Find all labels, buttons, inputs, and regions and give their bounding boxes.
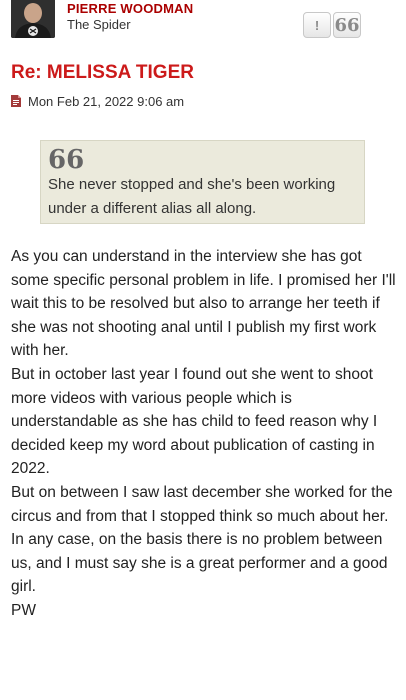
quote-mark-icon: 66 bbox=[48, 145, 85, 175]
avatar[interactable] bbox=[11, 0, 55, 38]
post-meta: Mon Feb 21, 2022 9:06 am bbox=[11, 93, 184, 109]
quote-icon: 66 bbox=[334, 14, 360, 36]
post-header: PIERRE WOODMAN The Spider ! 66 bbox=[0, 0, 406, 44]
author-name[interactable]: PIERRE WOODMAN bbox=[67, 1, 193, 16]
post-date: Mon Feb 21, 2022 9:06 am bbox=[28, 93, 185, 109]
post-paragraph: In any case, on the basis there is no pr… bbox=[11, 531, 388, 596]
report-button[interactable]: ! bbox=[303, 12, 331, 38]
quote-block: 66 She never stopped and she's been work… bbox=[40, 140, 365, 224]
signature: PW bbox=[11, 601, 36, 619]
post-title[interactable]: Re: MELISSA TIGER bbox=[11, 62, 194, 84]
post-paragraph: But on between I saw last december she w… bbox=[11, 483, 393, 525]
author-rank: The Spider bbox=[67, 17, 131, 32]
post-body: As you can understand in the interview s… bbox=[11, 245, 403, 623]
file-icon[interactable] bbox=[11, 95, 21, 107]
forum-post: PIERRE WOODMAN The Spider ! 66 Re: MELIS… bbox=[0, 0, 406, 700]
quote-button[interactable]: 66 bbox=[333, 12, 361, 38]
quote-text: She never stopped and she's been working… bbox=[48, 176, 336, 217]
post-paragraph: But in october last year I found out she… bbox=[11, 365, 378, 478]
post-paragraph: As you can understand in the interview s… bbox=[11, 248, 396, 360]
exclamation-icon: ! bbox=[314, 17, 320, 33]
